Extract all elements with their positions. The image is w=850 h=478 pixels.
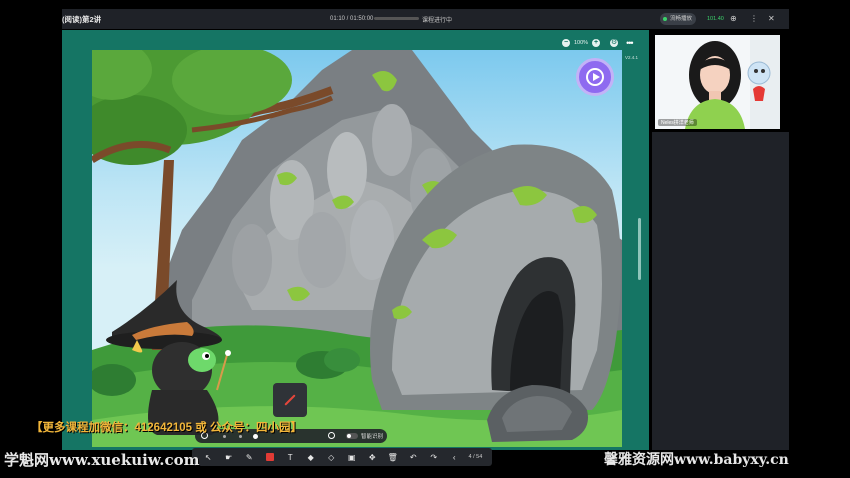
text-icon[interactable]: T [280,448,301,466]
more-vertical-icon[interactable]: ⋮ [750,14,758,23]
brush-size-option[interactable] [223,435,226,438]
watermark-right: 馨雅资源网www.babyxy.cn [604,452,789,468]
promo-banner: 【更多课程加微信：412642105 或 公众号：四小园】 [31,422,302,434]
version-label: V2.4.1 [625,55,639,60]
more-icon[interactable]: ••• [626,38,634,48]
watermark-left: 学魁网www.xuekuiw.com [4,451,200,469]
network-status-badge[interactable]: 流畅播放 [660,13,697,25]
move-icon[interactable]: ✥ [362,448,383,466]
brush-size-option[interactable] [239,435,242,438]
teacher-webcam [655,35,780,129]
play-audio-button[interactable] [576,58,614,96]
forest-cave-illustration [92,50,622,447]
teacher-video-frame [655,35,780,129]
zoom-in-icon[interactable]: + [592,39,601,47]
title-bar: (阅读)第2讲 01:10 / 01:50:00 课程进行中 流畅播放 101.… [62,9,789,29]
zoom-level: 100% [574,40,589,46]
brush-size-option[interactable] [328,432,335,439]
pen-color-preview[interactable] [273,383,307,417]
courseware-scene[interactable] [92,50,622,447]
select-icon[interactable]: ↖ [198,448,219,466]
close-icon[interactable]: ✕ [768,14,775,23]
delete-icon[interactable]: 🗑 [383,448,404,466]
zoom-out-icon[interactable]: − [562,39,570,47]
class-progress-bar [374,17,419,20]
courseware-scrollbar[interactable] [638,218,641,280]
page-indicator: 4 / 54 [468,454,483,460]
play-icon [586,68,604,86]
network-speed: 101.40 [707,16,724,22]
class-status: 课程进行中 [422,17,453,24]
drawing-toolbar: ↖ ☛ ✎ T ◆ ◇ ▣ ✥ 🗑 ↶ ↷ ‹ 4 / 54 [192,448,492,466]
course-title: (阅读)第2讲 [62,14,102,24]
pen-stroke-icon [284,394,296,406]
pen-icon[interactable]: ✎ [239,448,260,466]
smart-recognition-toggle[interactable] [346,433,358,439]
undo-icon[interactable]: ↶ [403,448,424,466]
settings-icon[interactable]: ⚙ [610,39,619,47]
eraser-icon[interactable]: ◆ [301,448,322,466]
teacher-name-tag: Neles拼洋老师 [658,119,697,126]
class-timer: 01:10 / 01:50:00 [330,16,374,22]
shape-icon[interactable]: ◇ [321,448,342,466]
smart-recognition-label: 智能识别 [361,434,384,440]
redo-icon[interactable]: ↷ [424,448,445,466]
courseware-header: − 100% + ⚙ ••• [562,36,634,50]
prev-page-icon[interactable]: ‹ [444,448,465,466]
pointer-icon[interactable]: ☛ [219,448,240,466]
screenshot-icon[interactable]: ▣ [342,448,363,466]
right-sidebar [652,132,789,450]
color-icon[interactable] [260,448,281,466]
zoom-icon[interactable]: ⊕ [730,14,737,23]
